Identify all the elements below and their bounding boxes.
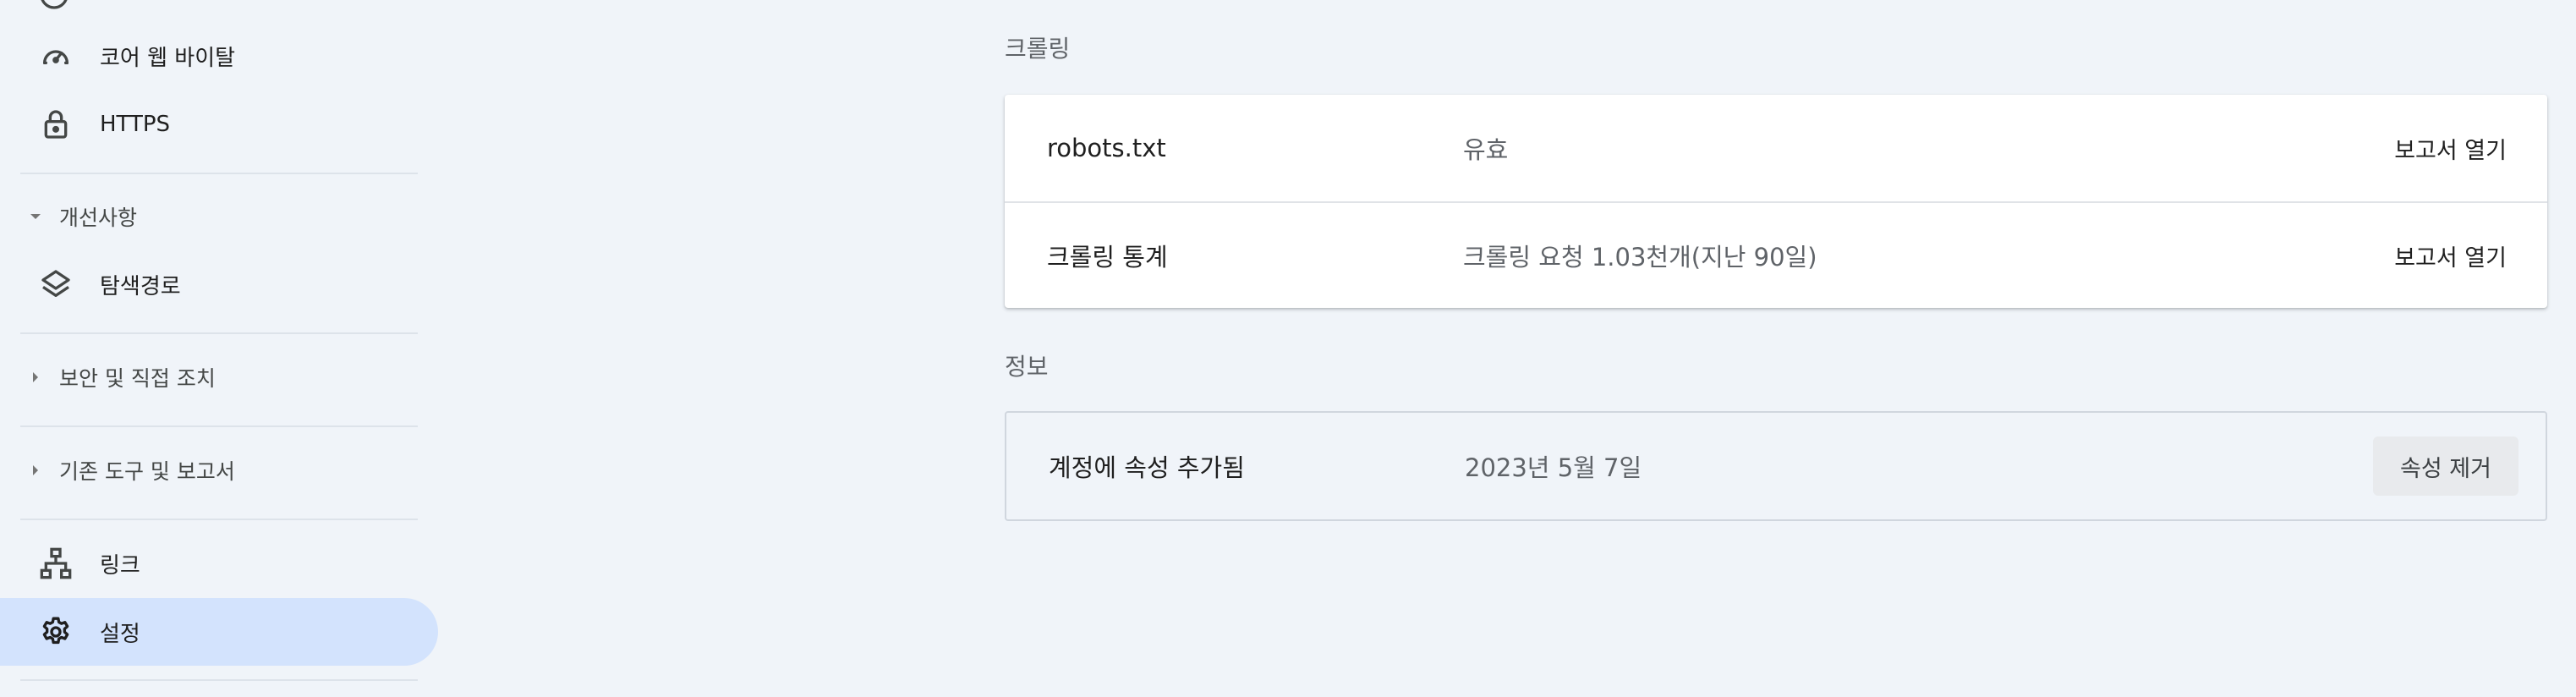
- sidebar-item-label: HTTPS: [100, 112, 171, 137]
- gear-icon: [37, 613, 74, 650]
- row-value: 유효: [1463, 135, 1509, 164]
- sitemap-icon: [37, 545, 74, 582]
- open-report-button[interactable]: 보고서 열기: [2394, 132, 2507, 165]
- remove-property-button[interactable]: 속성 제거: [2373, 436, 2518, 496]
- open-report-button[interactable]: 보고서 열기: [2394, 239, 2507, 272]
- sidebar-item-label: 설정: [100, 621, 140, 647]
- sidebar-item-core-web-vitals[interactable]: 코어 웹 바이탈: [0, 22, 438, 90]
- partial-icon: [41, 0, 68, 9]
- section-label: 보안 및 직접 조치: [59, 366, 216, 391]
- main-content: 크롤링 robots.txt 유효 보고서 열기 크롤링 통계 크롤링 요청 1…: [1005, 0, 2552, 697]
- sidebar-item-links[interactable]: 링크: [0, 530, 438, 597]
- sidebar: 코어 웹 바이탈 HTTPS 개선사항 탐색경로 보안 및 직접 조치 기존 도…: [0, 0, 457, 697]
- sidebar-item-https[interactable]: HTTPS: [0, 91, 438, 158]
- caret-down-icon: [25, 206, 46, 227]
- crawling-card: robots.txt 유효 보고서 열기 크롤링 통계 크롤링 요청 1.03천…: [1005, 95, 2547, 308]
- section-title-crawling: 크롤링: [1005, 35, 1071, 63]
- section-title-info: 정보: [1005, 353, 1049, 381]
- row-label: 계정에 속성 추가됨: [1049, 453, 1245, 482]
- layers-icon: [37, 266, 74, 303]
- sidebar-item-label: 링크: [100, 552, 140, 579]
- row-value: 2023년 5월 7일: [1465, 453, 1642, 482]
- sidebar-divider: [20, 519, 418, 520]
- row-label: 크롤링 통계: [1047, 243, 1168, 272]
- sidebar-divider: [20, 332, 418, 334]
- sidebar-section-legacy-tools[interactable]: 기존 도구 및 보고서: [0, 445, 438, 496]
- caret-right-icon: [25, 367, 46, 387]
- section-label: 기존 도구 및 보고서: [59, 459, 235, 484]
- info-card: 계정에 속성 추가됨 2023년 5월 7일 속성 제거: [1005, 411, 2547, 521]
- info-row-added: 계정에 속성 추가됨 2023년 5월 7일 속성 제거: [1006, 413, 2546, 519]
- crawling-row-robots: robots.txt 유효 보고서 열기: [1005, 95, 2547, 201]
- sidebar-section-security[interactable]: 보안 및 직접 조치: [0, 352, 438, 403]
- sidebar-section-enhancements[interactable]: 개선사항: [0, 191, 438, 242]
- sidebar-divider: [20, 425, 418, 427]
- speedometer-icon: [37, 37, 74, 74]
- sidebar-item-label: 탐색경로: [100, 273, 181, 299]
- sidebar-divider: [20, 173, 418, 174]
- row-label: robots.txt: [1047, 134, 1166, 162]
- crawling-row-stats: 크롤링 통계 크롤링 요청 1.03천개(지난 90일) 보고서 열기: [1005, 201, 2547, 308]
- sidebar-item-label: 코어 웹 바이탈: [100, 45, 236, 71]
- sidebar-item-breadcrumbs[interactable]: 탐색경로: [0, 250, 438, 318]
- caret-right-icon: [25, 460, 46, 480]
- lock-icon: [37, 106, 74, 143]
- section-label: 개선사항: [59, 206, 138, 230]
- sidebar-divider: [20, 679, 418, 681]
- search-console-settings-page: 코어 웹 바이탈 HTTPS 개선사항 탐색경로 보안 및 직접 조치 기존 도…: [0, 0, 2576, 697]
- sidebar-item-settings[interactable]: 설정: [0, 598, 438, 666]
- row-value: 크롤링 요청 1.03천개(지난 90일): [1463, 243, 1817, 272]
